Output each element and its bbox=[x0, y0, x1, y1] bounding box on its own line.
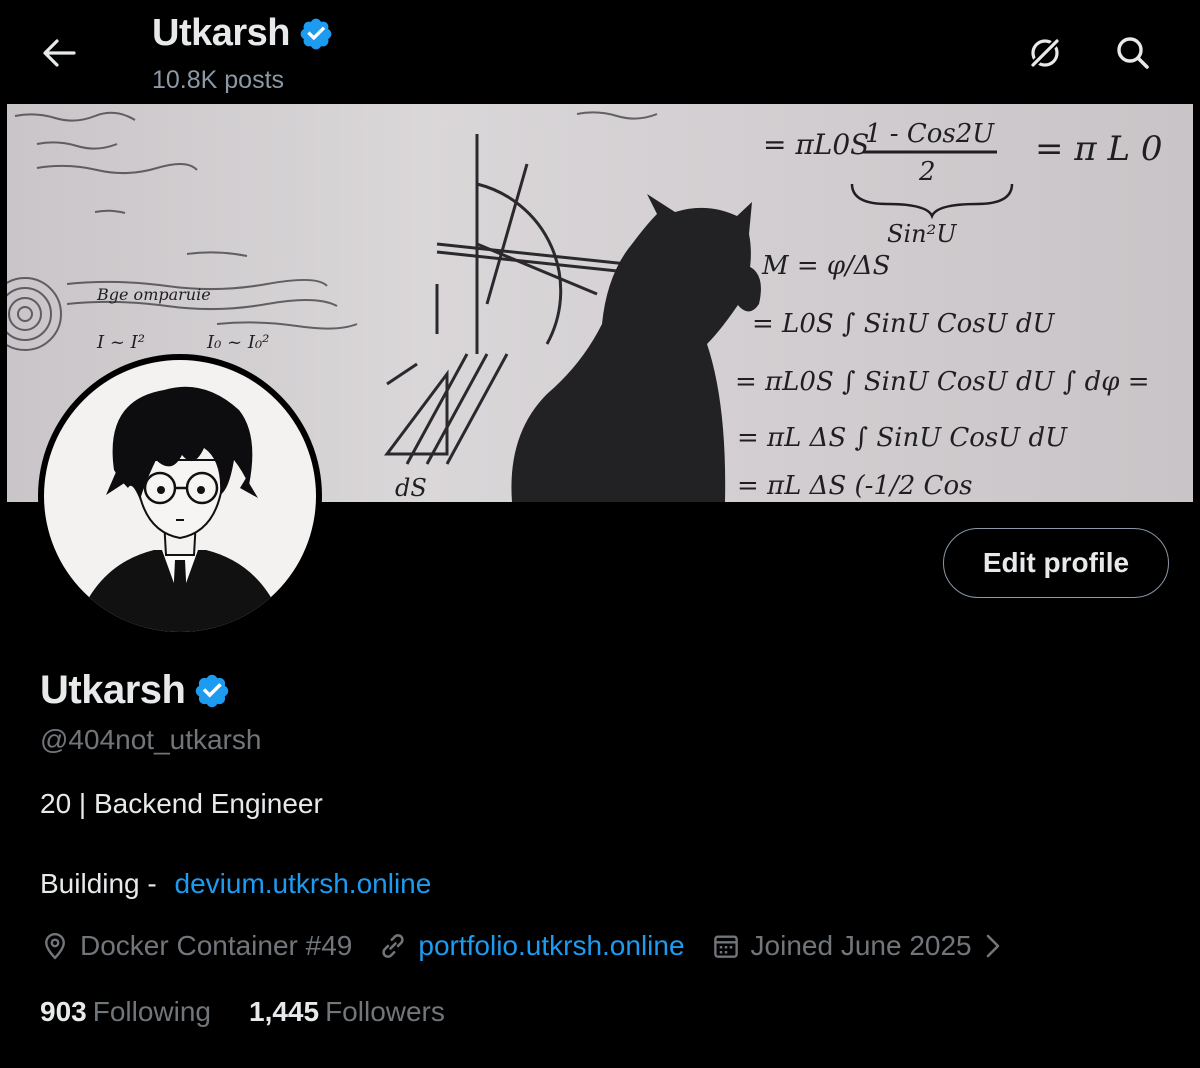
bio-line: 20 | Backend Engineer bbox=[40, 788, 323, 819]
building-link[interactable]: devium.utkrsh.online bbox=[175, 868, 432, 899]
joined-text: Joined June 2025 bbox=[750, 930, 972, 961]
location-pin-icon bbox=[45, 932, 65, 960]
joined-item[interactable]: Joined June 2025 bbox=[711, 930, 1004, 962]
verified-badge-icon bbox=[300, 18, 332, 49]
arrow-left-icon bbox=[43, 39, 76, 67]
banner-formula-ds: dS bbox=[395, 474, 427, 502]
banner-formula-left-1: Bge omparuie bbox=[96, 285, 211, 304]
display-name: Utkarsh bbox=[40, 668, 186, 712]
search-icon bbox=[1117, 37, 1149, 69]
link-icon bbox=[382, 934, 405, 958]
edit-profile-button[interactable]: Edit profile bbox=[943, 528, 1169, 598]
header-name: Utkarsh bbox=[152, 12, 291, 54]
banner-formula-5: = πL ΔS ∫ SinU CosU dU bbox=[737, 423, 1068, 453]
banner-formula-frac-top: 1 - Cos2U bbox=[865, 119, 995, 149]
building-label: Building - bbox=[40, 868, 157, 899]
website-item[interactable]: portfolio.utkrsh.online bbox=[378, 930, 685, 962]
calendar-icon bbox=[713, 935, 738, 958]
grok-button[interactable] bbox=[1020, 30, 1070, 76]
search-button[interactable] bbox=[1108, 30, 1158, 76]
profile-name: Utkarsh bbox=[40, 668, 231, 713]
location-text: Docker Container #49 bbox=[80, 930, 353, 961]
chevron-right-icon bbox=[986, 934, 999, 958]
banner-formula-1: = πL0S bbox=[763, 128, 869, 161]
banner-formula-right: = π L 0 bbox=[1035, 129, 1162, 169]
followers-count: 1,445 bbox=[249, 996, 320, 1027]
bio-building: Building - devium.utkrsh.online bbox=[40, 868, 431, 900]
header-title: Utkarsh bbox=[152, 12, 334, 55]
avatar-illustration bbox=[74, 386, 286, 632]
avatar-image bbox=[44, 360, 316, 632]
followers-label: Followers bbox=[325, 996, 445, 1027]
avatar[interactable] bbox=[38, 354, 322, 638]
followers-link[interactable]: 1,445 Followers bbox=[249, 996, 445, 1028]
follow-stats: 903 Following 1,445 Followers bbox=[40, 996, 445, 1028]
profile-handle: @404not_utkarsh bbox=[40, 724, 262, 755]
top-bar: Utkarsh 10.8K posts bbox=[0, 0, 1200, 104]
banner-formula-6: = πL ΔS (-1/2 Cos bbox=[737, 471, 972, 501]
following-label: Following bbox=[92, 996, 211, 1027]
grok-icon bbox=[1028, 36, 1062, 70]
banner-formula-2: M = φ/ΔS bbox=[761, 251, 891, 281]
banner-formula-under: Sin²U bbox=[887, 220, 957, 248]
location-item: Docker Container #49 bbox=[40, 930, 352, 962]
following-count: 903 bbox=[40, 996, 87, 1027]
banner-formula-3: = L0S ∫ SinU CosU dU bbox=[752, 309, 1056, 339]
back-button[interactable] bbox=[34, 30, 84, 76]
profile-meta: Docker Container #49 portfolio.utkrsh.on… bbox=[40, 930, 1030, 962]
following-link[interactable]: 903 Following bbox=[40, 996, 211, 1028]
header-posts-count: 10.8K posts bbox=[152, 66, 285, 94]
banner-formula-left-2: I ~ I² bbox=[96, 332, 145, 353]
banner-formula-frac-bot: 2 bbox=[918, 157, 936, 187]
banner-formula-4: = πL0S ∫ SinU CosU dU ∫ dφ = bbox=[735, 367, 1149, 397]
verified-badge-icon[interactable] bbox=[193, 672, 231, 710]
website-link[interactable]: portfolio.utkrsh.online bbox=[418, 930, 684, 962]
banner-formula-left-3: I₀ ~ I₀² bbox=[206, 332, 269, 353]
